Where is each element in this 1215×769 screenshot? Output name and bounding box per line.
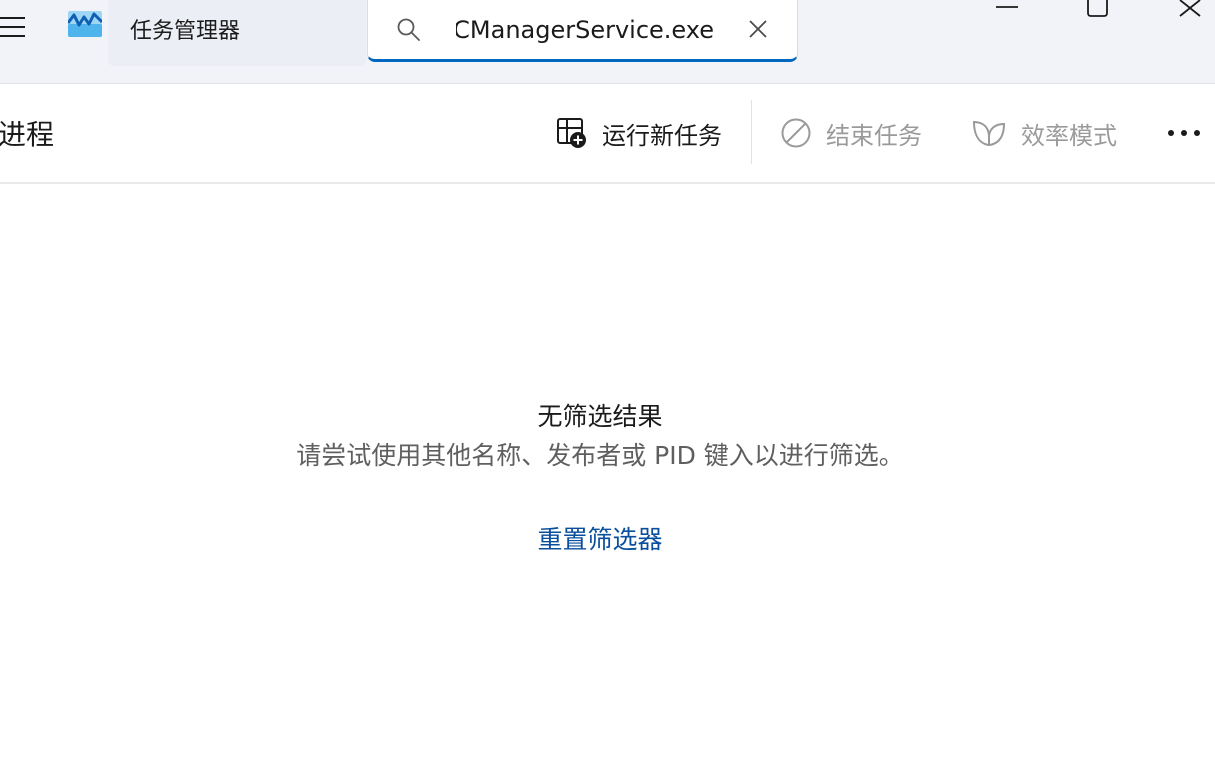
end-task-icon — [781, 118, 811, 148]
clear-search-icon[interactable] — [746, 17, 770, 41]
efficiency-mode-button[interactable]: 效率模式 — [971, 113, 1117, 153]
search-icon — [397, 18, 420, 41]
search-box[interactable]: CManagerService.exe — [367, 0, 798, 62]
hamburger-menu-icon[interactable] — [0, 10, 30, 42]
run-new-task-icon — [557, 118, 586, 148]
leaf-icon — [972, 120, 1006, 146]
command-bar: 进程 运行新任务 结束任务 效率模式 — [0, 85, 1215, 184]
run-new-task-button[interactable]: 运行新任务 — [556, 113, 722, 153]
app-title: 任务管理器 — [130, 19, 241, 44]
empty-state-title: 无筛选结果 — [537, 402, 663, 431]
title-bar: 任务管理器 CManagerService.exe — [0, 0, 1215, 84]
empty-state-hint: 请尝试使用其他名称、发布者或 PID 键入以进行筛选。 — [296, 441, 904, 470]
search-input-value: CManagerService.exe — [456, 16, 714, 44]
reset-filter-label: 重置筛选器 — [537, 525, 663, 554]
search-input[interactable]: CManagerService.exe — [456, 13, 714, 47]
command-separator — [751, 100, 752, 164]
end-task-button[interactable]: 结束任务 — [780, 113, 922, 153]
page-title: 进程 — [0, 118, 55, 151]
run-new-task-label: 运行新任务 — [602, 121, 722, 150]
task-manager-logo-icon — [68, 11, 102, 37]
efficiency-mode-label: 效率模式 — [1021, 121, 1117, 150]
end-task-label: 结束任务 — [826, 121, 922, 150]
minimize-icon[interactable] — [982, 0, 1032, 40]
more-horizontal-icon[interactable] — [1162, 115, 1206, 151]
reset-filter-link[interactable]: 重置筛选器 — [0, 521, 1200, 559]
close-icon[interactable] — [1164, 0, 1214, 40]
maximize-icon[interactable] — [1072, 0, 1122, 40]
